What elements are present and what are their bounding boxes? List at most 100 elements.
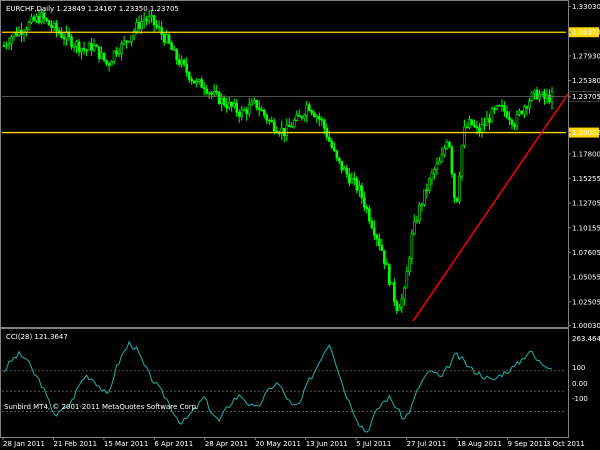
- y-tick-label: 1.15255: [572, 175, 600, 183]
- candle-body: [493, 108, 496, 110]
- candle-body: [227, 101, 231, 109]
- candle-body: [207, 92, 211, 95]
- candle-body: [52, 23, 56, 29]
- candle-body: [200, 79, 203, 88]
- cci-level-263: 263.4644: [572, 335, 600, 343]
- candle-body: [247, 104, 251, 114]
- candle-body: [272, 121, 276, 132]
- candle-body: [160, 27, 163, 35]
- candle-body: [375, 234, 379, 240]
- candle-body: [503, 105, 506, 112]
- candle-body: [187, 71, 191, 80]
- candle-body: [195, 81, 198, 84]
- candle-body: [368, 208, 371, 222]
- candle-body: [92, 44, 96, 51]
- y-tick-label: 1.17800: [572, 150, 600, 158]
- candle-body: [465, 126, 469, 129]
- candle-body: [315, 116, 319, 118]
- candle-body: [348, 173, 351, 184]
- x-tick-label: 20 May 2011: [255, 440, 301, 448]
- candle-body: [425, 189, 429, 192]
- candle-body: [125, 40, 128, 43]
- candle-body: [192, 80, 196, 84]
- candle-body: [5, 44, 8, 47]
- candle-body: [210, 92, 213, 95]
- candle-body: [167, 34, 171, 44]
- y-tick-label: 1.12705: [572, 200, 600, 208]
- candle-body: [440, 154, 444, 162]
- x-tick-label: 27 Jul 2011: [407, 440, 447, 448]
- candle-body: [418, 204, 421, 222]
- x-tick-label: 18 Aug 2011: [457, 440, 502, 448]
- candle-body: [480, 124, 484, 133]
- candle-body: [45, 18, 48, 21]
- candle-body: [202, 87, 206, 90]
- candle-body: [220, 97, 223, 105]
- candle-body: [333, 147, 336, 151]
- candle-body: [385, 263, 389, 265]
- candle-body: [510, 119, 514, 126]
- y-tick-label: 1.20002: [572, 129, 600, 137]
- candle-body: [85, 49, 88, 52]
- candle-body: [172, 49, 176, 51]
- candle-body: [500, 105, 504, 107]
- y-tick-label: 1.05055: [572, 274, 600, 282]
- candle-body: [112, 50, 116, 62]
- candle-body: [448, 141, 451, 148]
- candle-body: [105, 59, 108, 64]
- candle-body: [62, 37, 66, 40]
- candle-body: [453, 173, 456, 199]
- candle-body: [257, 107, 261, 111]
- candle-body: [292, 120, 296, 127]
- candle-body: [535, 89, 539, 100]
- price-panel-frame: [0, 0, 569, 328]
- candle-body: [120, 43, 123, 54]
- candle-body: [157, 26, 161, 28]
- candle-body: [7, 43, 11, 46]
- candle-body: [250, 101, 254, 106]
- candle-body: [428, 178, 431, 192]
- candle-body: [32, 16, 36, 21]
- candle-body: [50, 24, 53, 29]
- trend-line: [412, 93, 569, 322]
- candle-body: [35, 15, 38, 21]
- candle-body: [235, 103, 239, 113]
- candle-body: [460, 144, 464, 177]
- candle-body: [488, 118, 491, 123]
- candle-body: [445, 141, 449, 149]
- candle-body: [72, 45, 76, 48]
- y-tick-label: 1.25380: [572, 77, 600, 85]
- x-tick-label: 21 Feb 2011: [53, 440, 97, 448]
- candle-body: [185, 63, 188, 73]
- candle-body: [400, 298, 404, 308]
- candle-body: [363, 197, 366, 208]
- candle-body: [80, 48, 83, 53]
- candle-body: [197, 79, 201, 82]
- y-tick-label: 1.00030: [572, 322, 600, 330]
- cci-level-minus100: -100: [572, 395, 588, 403]
- candle-body: [212, 90, 216, 95]
- cci-level-100: 100: [572, 364, 585, 372]
- candle-body: [305, 104, 309, 116]
- trading-chart: 1.33030 1.30373 1.27930 1.25380 1.23705 1.200…: [0, 0, 600, 448]
- candle-body: [335, 150, 339, 159]
- candle-body: [75, 41, 78, 47]
- candle-body: [37, 15, 41, 23]
- candle-body: [30, 16, 33, 23]
- candle-body: [242, 109, 246, 112]
- candle-body: [27, 22, 31, 30]
- candle-body: [115, 50, 118, 55]
- candle-body: [135, 22, 138, 32]
- candle-body: [47, 20, 51, 26]
- candle-body: [383, 250, 386, 264]
- candle-body: [435, 163, 439, 170]
- candle-body: [330, 140, 334, 148]
- candle-body: [540, 91, 544, 95]
- watermark: Sunbird MT4, © 2001-2011 MetaQuotes Soft…: [4, 403, 198, 411]
- candle-body: [310, 110, 314, 114]
- candle-body: [255, 99, 259, 109]
- candle-body: [302, 114, 306, 119]
- candle-body: [110, 61, 113, 66]
- candle-body: [252, 99, 256, 103]
- candle-body: [485, 118, 489, 126]
